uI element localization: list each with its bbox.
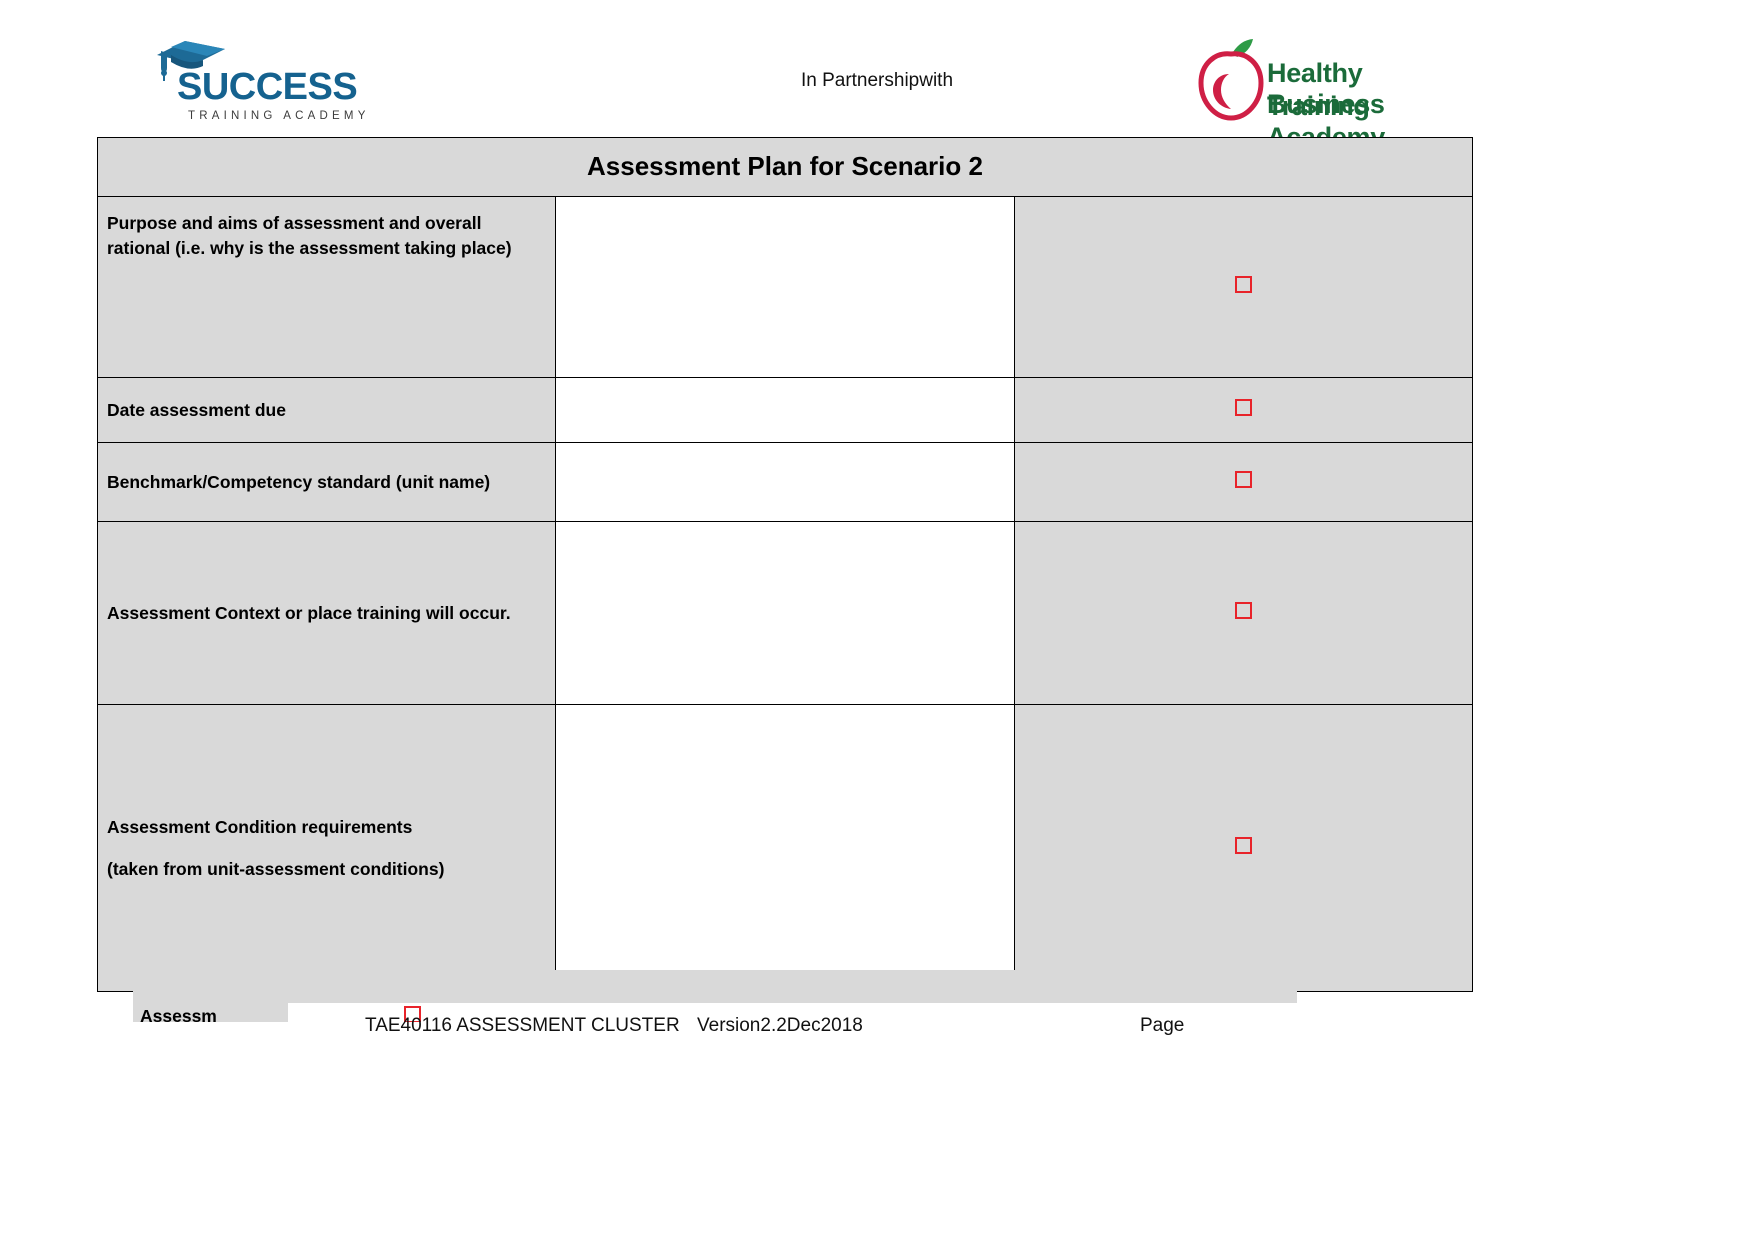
row-label-benchmark: Benchmark/Competency standard (unit name…: [96, 442, 557, 522]
row-input-condition[interactable]: [555, 704, 1015, 992]
page-footer: TAE40116 ASSESSMENT CLUSTER Version2.2De…: [0, 1010, 1754, 1050]
row-label-text: Date assessment due: [107, 399, 286, 420]
row-input-purpose[interactable]: [555, 196, 1015, 378]
row-input-benchmark[interactable]: [555, 442, 1015, 522]
apple-icon: [1195, 38, 1267, 122]
checkbox-icon[interactable]: [1234, 399, 1252, 416]
row-label-text: Assessment Context or place training wil…: [107, 602, 511, 623]
page-title: Assessment Plan for Scenario 2: [97, 137, 1473, 197]
table-title-row: Assessment Plan for Scenario 2: [97, 137, 1473, 197]
table-row: Date assessment due: [96, 377, 1474, 443]
row-checkbox-cell-condition[interactable]: [1013, 704, 1474, 992]
page-header: SUCCESS TRAINING ACADEMY In Partnershipw…: [0, 0, 1754, 152]
healthy-business-training-academy-logo: Healthy Business Training Academy: [1195, 36, 1455, 152]
clipped-grey-bar: [133, 970, 1297, 1003]
table-row: Benchmark/Competency standard (unit name…: [96, 442, 1474, 522]
table-row: Assessment Context or place training wil…: [96, 521, 1474, 705]
row-label-purpose: Purpose and aims of assessment and overa…: [96, 196, 557, 378]
checkbox-icon[interactable]: [1234, 471, 1252, 488]
row-label-date-due: Date assessment due: [96, 377, 557, 443]
row-label-context: Assessment Context or place training wil…: [96, 521, 557, 705]
row-label-subtext: (taken from unit-assessment conditions): [107, 858, 445, 879]
row-checkbox-cell-context[interactable]: [1013, 521, 1474, 705]
row-label-text: Purpose and aims of assessment and overa…: [107, 213, 512, 258]
checkbox-icon[interactable]: [1234, 837, 1252, 854]
assessment-plan-table: Assessment Plan for Scenario 2 Purpose a…: [96, 137, 1474, 992]
footer-cluster-label: TAE40116 ASSESSMENT CLUSTER: [365, 1015, 680, 1036]
row-label-text: Benchmark/Competency standard (unit name…: [107, 471, 491, 492]
row-checkbox-cell-benchmark[interactable]: [1013, 442, 1474, 522]
row-label-text: Assessment Condition requirements: [107, 816, 413, 837]
success-subwordmark: TRAINING ACADEMY: [188, 110, 370, 122]
row-checkbox-cell-purpose[interactable]: [1013, 196, 1474, 378]
checkbox-icon[interactable]: [1234, 276, 1252, 293]
row-input-date-due[interactable]: [555, 377, 1015, 443]
table-row: Purpose and aims of assessment and overa…: [96, 196, 1474, 378]
footer-page-label: Page: [1140, 1015, 1185, 1036]
checkbox-icon[interactable]: [1234, 602, 1252, 619]
footer-version-label: Version2.2Dec2018: [697, 1015, 863, 1036]
table-row: Assessment Condition requirements (taken…: [96, 704, 1474, 992]
row-input-context[interactable]: [555, 521, 1015, 705]
row-checkbox-cell-date-due[interactable]: [1013, 377, 1474, 443]
row-label-condition: Assessment Condition requirements (taken…: [96, 704, 557, 992]
partnership-text: In Partnershipwith: [800, 70, 954, 91]
